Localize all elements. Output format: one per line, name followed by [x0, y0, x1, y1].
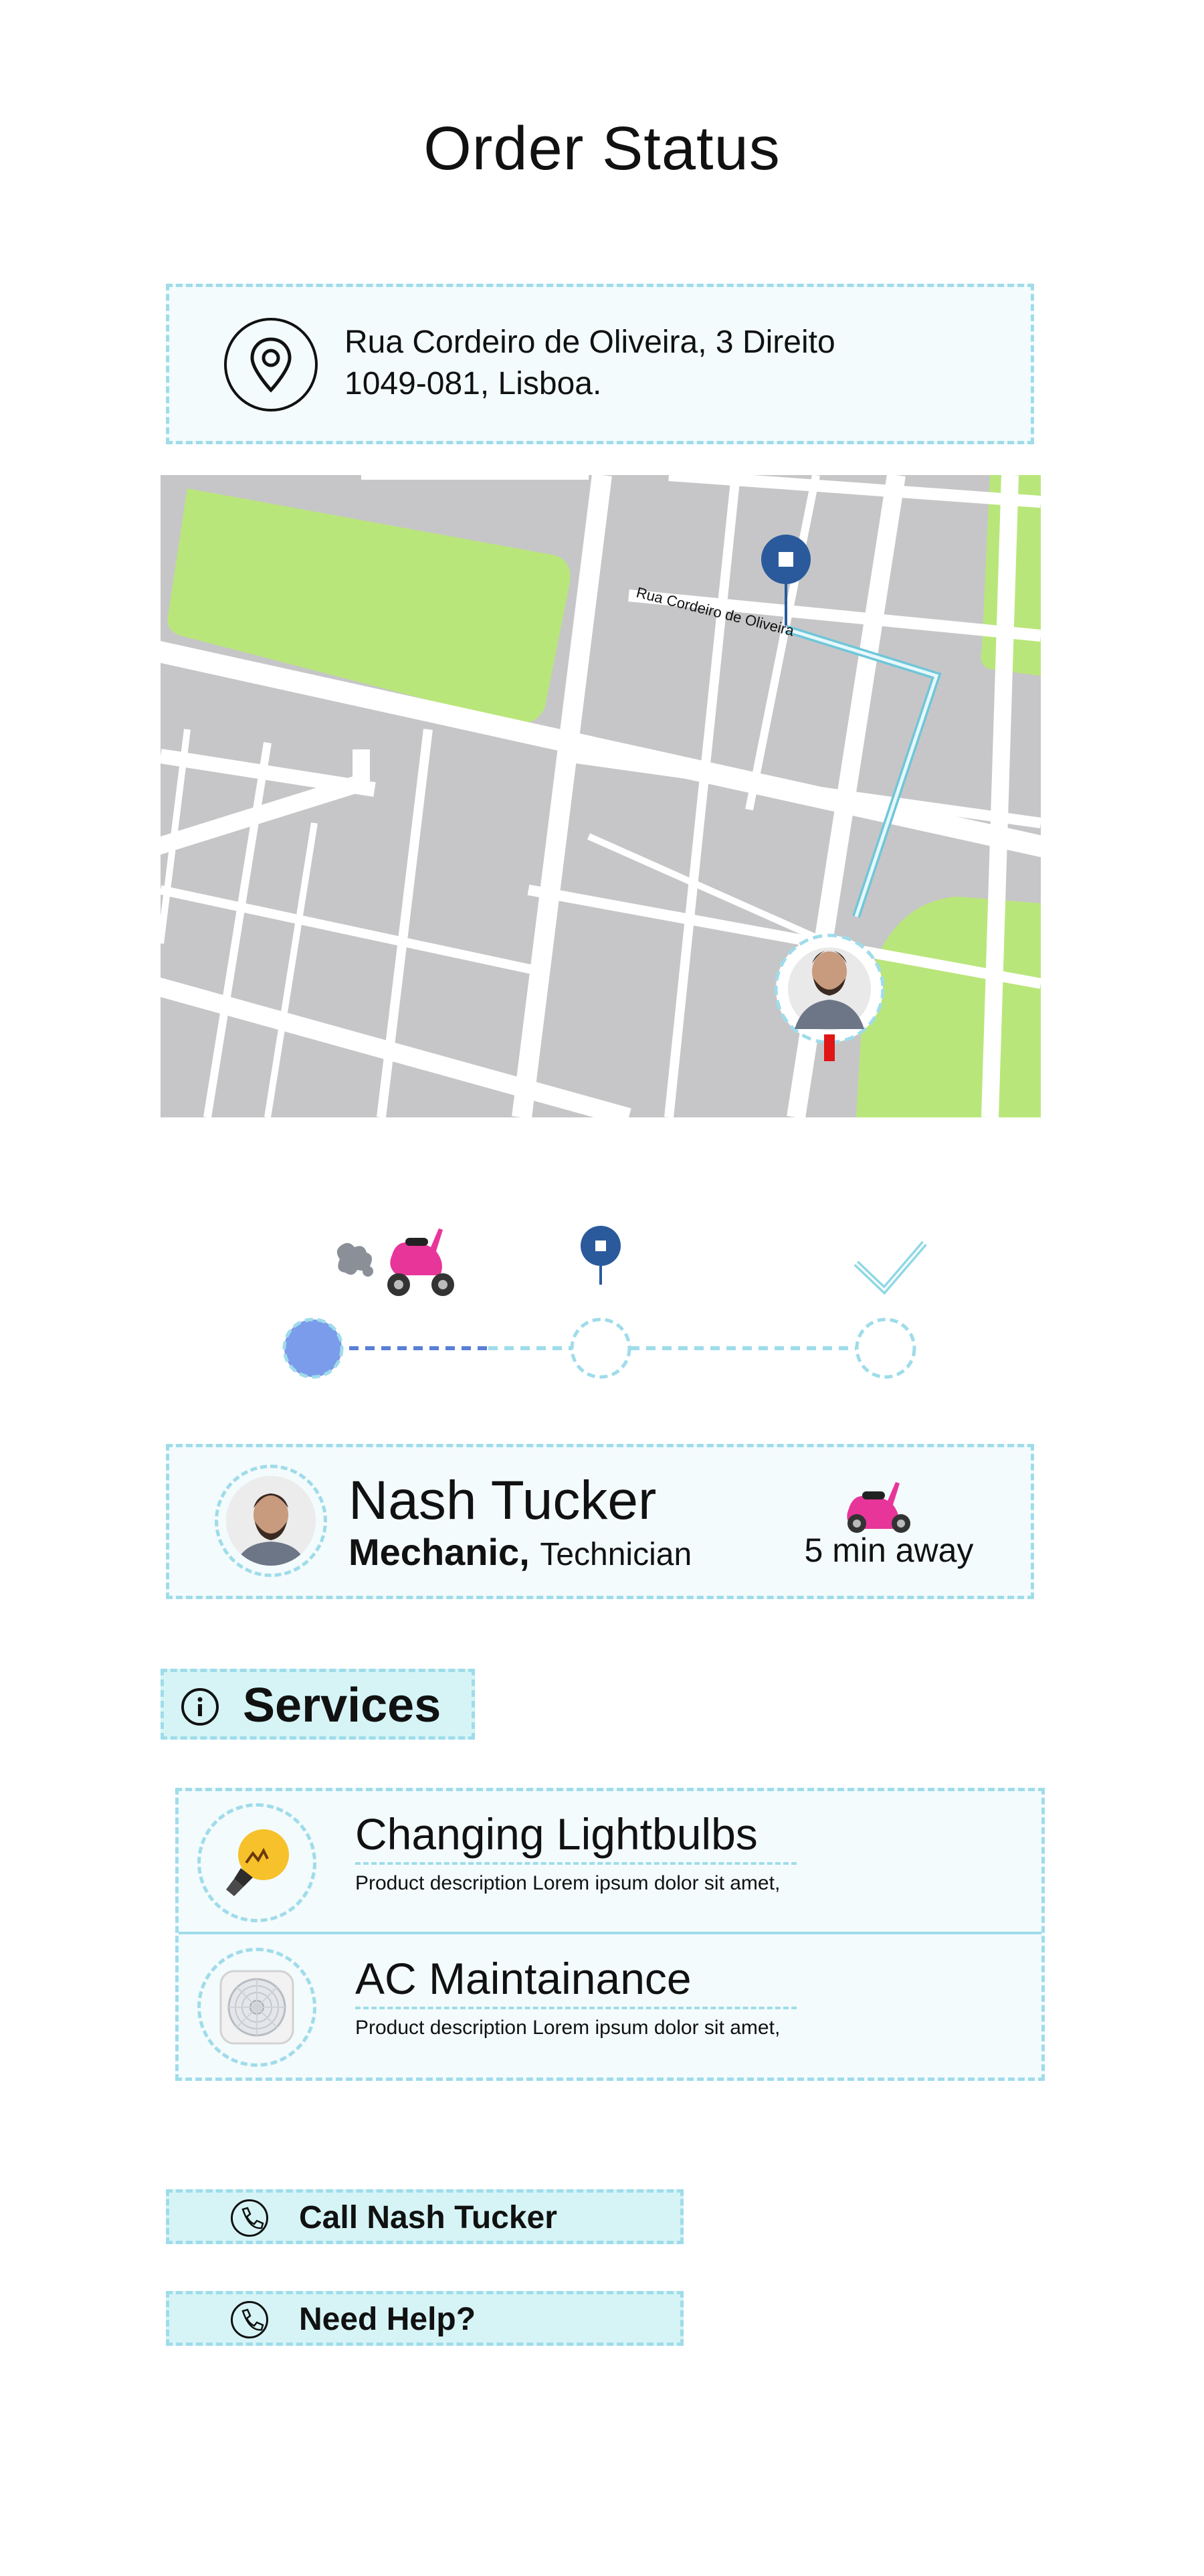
service-name: AC Maintainance	[355, 1953, 797, 2009]
help-button-label: Need Help?	[299, 2302, 476, 2337]
destination-marker-icon	[581, 1226, 621, 1285]
services-title: Services	[243, 1679, 441, 1732]
lightbulb-icon	[214, 1820, 300, 1906]
service-name: Changing Lightbulbs	[355, 1809, 797, 1865]
progress-step-2	[570, 1317, 631, 1379]
eta-text: 5 min away	[804, 1532, 974, 1569]
scooter-icon	[336, 1228, 454, 1296]
call-button-label: Call Nash Tucker	[299, 2200, 557, 2235]
phone-icon	[231, 2199, 268, 2237]
page-title: Order Status	[423, 114, 781, 183]
phone-icon	[231, 2301, 268, 2338]
technician-role: Mechanic, Technician	[348, 1530, 692, 1577]
list-item[interactable]: Changing Lightbulbs Product description …	[179, 1791, 1041, 1934]
checkmark-icon	[854, 1240, 927, 1295]
services-header: Services	[161, 1669, 475, 1740]
technician-role-primary: Mechanic,	[348, 1531, 530, 1573]
route-map[interactable]: Rua Cordeiro de Oliveira	[161, 475, 1041, 1117]
service-description: Product description Lorem ipsum dolor si…	[355, 2017, 781, 2039]
fan-icon	[214, 1964, 300, 2050]
info-icon	[181, 1688, 219, 1726]
progress-step-1	[282, 1317, 344, 1379]
service-description: Product description Lorem ipsum dolor si…	[355, 1872, 781, 1894]
address-line-2: 1049-081, Lisboa.	[344, 366, 602, 401]
technician-name: Nash Tucker	[348, 1470, 657, 1531]
technician-role-secondary: Technician	[540, 1537, 692, 1572]
location-pin-icon	[224, 318, 318, 411]
call-technician-button[interactable]: Call Nash Tucker	[166, 2189, 684, 2244]
list-item[interactable]: AC Maintainance Product description Lore…	[179, 1936, 1041, 2079]
avatar	[226, 1476, 316, 1566]
technician-card[interactable]: Nash Tucker Mechanic, Technician 5 min a…	[166, 1444, 1034, 1599]
delivery-progress	[268, 1218, 970, 1398]
need-help-button[interactable]: Need Help?	[166, 2291, 684, 2346]
scooter-icon	[838, 1470, 922, 1534]
address-card: Rua Cordeiro de Oliveira, 3 Direito 1049…	[166, 284, 1034, 444]
address-line-1: Rua Cordeiro de Oliveira, 3 Direito	[344, 325, 835, 360]
progress-step-3	[855, 1317, 916, 1379]
services-list: Changing Lightbulbs Product description …	[175, 1788, 1045, 2081]
